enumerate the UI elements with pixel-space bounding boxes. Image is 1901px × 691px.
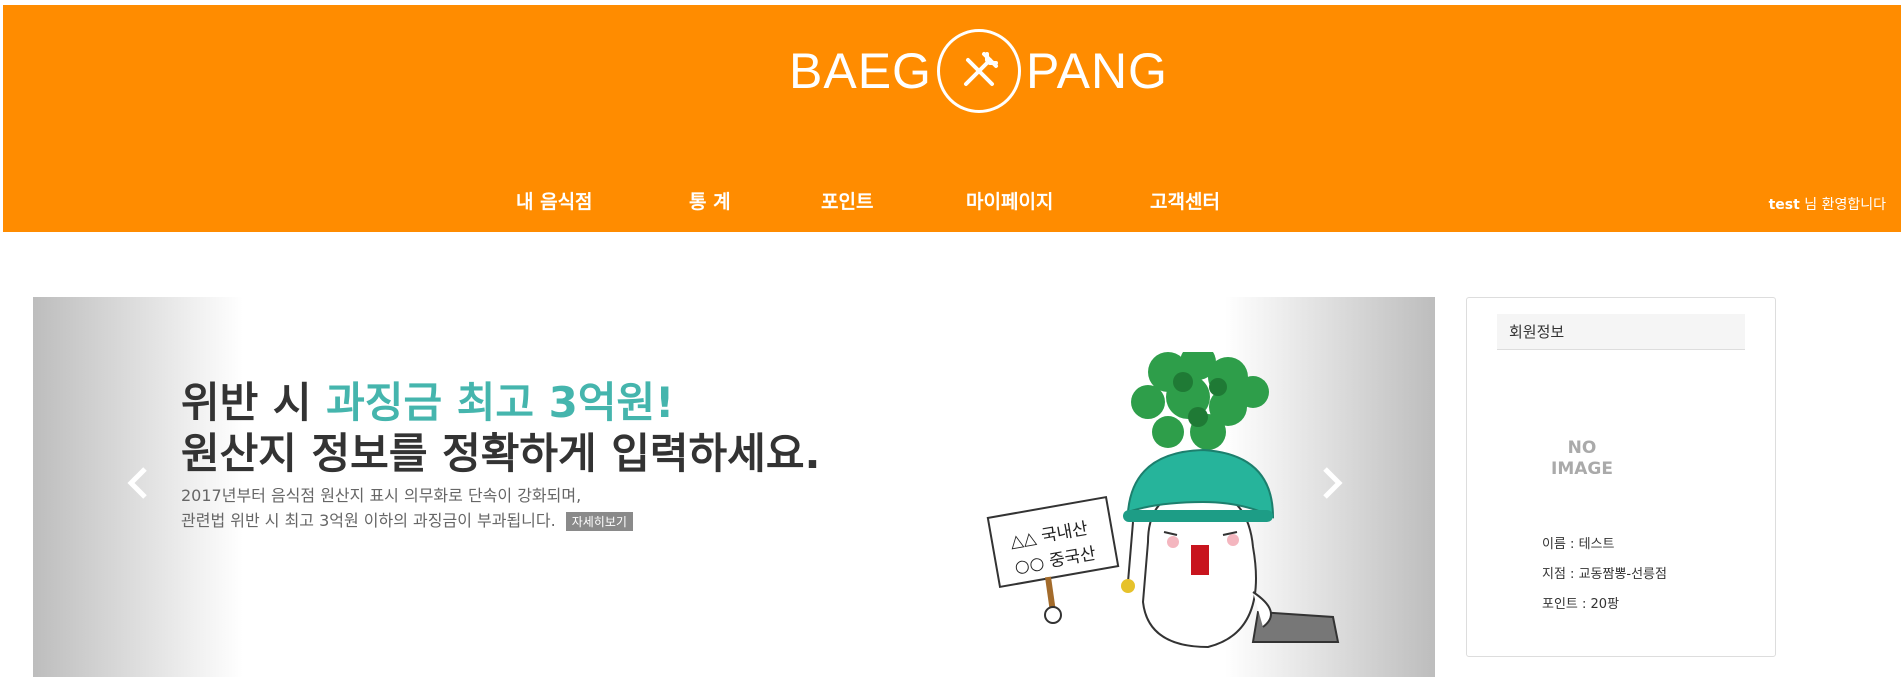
carousel-next-button[interactable] (1319, 465, 1345, 510)
nav-customer-center[interactable]: 고객센터 (1150, 187, 1220, 214)
noimage-line-1: NO (1567, 438, 1597, 458)
chevron-left-icon (127, 467, 147, 499)
nav-points[interactable]: 포인트 (821, 187, 873, 214)
member-info-title: 회원정보 (1497, 314, 1745, 350)
site-header: BAEG PANG 내 음식점 통 계 포인트 마이페이지 고객센터 test … (3, 5, 1901, 232)
noimage-line-2: IMAGE (1551, 459, 1613, 479)
member-points: 포인트 : 20팡 (1542, 597, 1620, 612)
banner-description-2: 관련법 위반 시 최고 3억원 이하의 과징금이 부과됩니다. 자세히보기 (181, 507, 633, 531)
fork-knife-icon (936, 29, 1021, 113)
chevron-right-icon (1323, 467, 1343, 499)
banner-headline-2: 원산지 정보를 정확하게 입력하세요. (181, 429, 821, 478)
member-name: 이름 : 테스트 (1542, 537, 1615, 552)
detail-button[interactable]: 자세히보기 (565, 512, 633, 531)
brand-logo[interactable]: BAEG PANG (789, 25, 1168, 117)
member-branch: 지점 : 교동짬뽕-선릉점 (1542, 567, 1667, 582)
main-nav: 내 음식점 통 계 포인트 마이페이지 고객센터 (3, 187, 1901, 217)
brand-right-text: PANG (1025, 43, 1168, 99)
welcome-message: test 님 환영합니다 (1769, 194, 1886, 214)
user-name: test (1768, 197, 1800, 213)
welcome-text: 님 환영합니다 (1799, 197, 1886, 213)
member-info-panel: 회원정보 NO IMAGE 이름 : 테스트 지점 : 교동짬뽕-선릉점 포인트… (1466, 297, 1776, 657)
banner-description-2-text: 관련법 위반 시 최고 3억원 이하의 과징금이 부과됩니다. (181, 511, 556, 530)
profile-image-placeholder: NO IMAGE (1527, 438, 1637, 480)
nav-mypage[interactable]: 마이페이지 (966, 187, 1053, 214)
brand-left-text: BAEG (789, 43, 932, 99)
banner-carousel: 위반 시 과징금 최고 3억원! 원산지 정보를 정확하게 입력하세요. 201… (33, 297, 1435, 677)
nav-my-restaurant[interactable]: 내 음식점 (516, 187, 593, 214)
carousel-prev-button[interactable] (125, 465, 151, 510)
radish-mascot-illustration: △△ 국내산 ○○ 중국산 (986, 352, 1340, 649)
banner-description-1: 2017년부터 음식점 원산지 표시 의무화로 단속이 강화되며, (181, 486, 582, 505)
nav-statistics[interactable]: 통 계 (689, 187, 731, 214)
